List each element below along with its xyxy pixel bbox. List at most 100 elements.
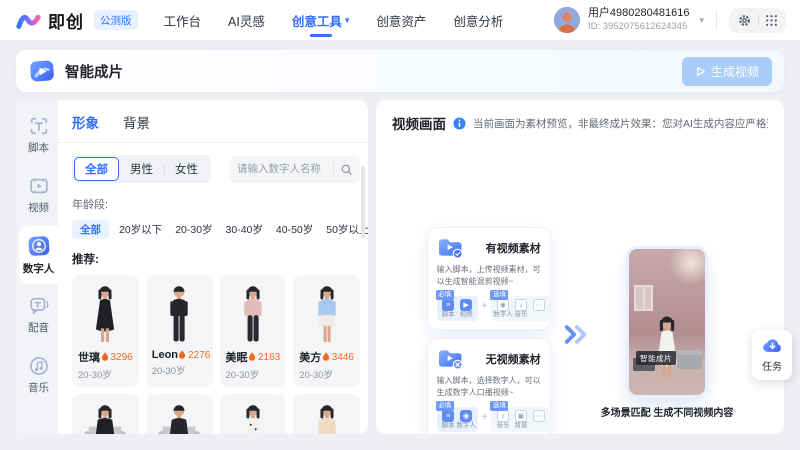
digital-human-photo [72, 275, 139, 345]
generate-video-button[interactable]: 生成视频 [682, 57, 772, 86]
page-header: 智能成片 生成视频 [16, 50, 784, 92]
flow-input-icon: ♪ [497, 410, 509, 422]
main-nav: 工作台 AI灵感 创意工具 ▾ 创意资产 创意分析 [164, 0, 504, 40]
presenter-figure [635, 311, 699, 381]
search-icon[interactable] [340, 163, 353, 176]
sidebar-item-icon [28, 295, 50, 317]
digital-human-card[interactable]: 世璃 3296 20-30岁 [72, 275, 139, 387]
digital-human-photo [146, 275, 213, 345]
library-tab[interactable]: 形象 [72, 112, 99, 132]
nav-item[interactable]: 工作台 [164, 0, 202, 40]
flow-input-item: ◉ 数字人 [495, 299, 510, 319]
flow-input-item: ≡ 脚本 [441, 410, 456, 430]
sidebar-item-label: 脚本 [28, 140, 49, 155]
digital-human-grid: 世璃 3296 20-30岁 Leon [72, 275, 360, 434]
optional-badge: 选填 [490, 401, 508, 411]
usage-count: 2163 [248, 352, 280, 363]
settings-gear-icon[interactable] [737, 13, 752, 28]
apps-grid-icon[interactable] [765, 14, 778, 27]
sidebar-item[interactable]: 视频 [19, 166, 58, 224]
digital-human-photo [293, 394, 360, 434]
nav-item-label: AI灵感 [228, 11, 265, 30]
flow-input-label: 音乐 [514, 312, 527, 319]
nav-item[interactable]: AI灵感 [228, 0, 265, 40]
required-group: 必填 ≡ 脚本 ◉ 数字人 [437, 407, 478, 432]
logo-text: 即创 [48, 8, 84, 33]
search-input[interactable] [237, 163, 331, 175]
digital-human-card[interactable]: 美眠 2163 20-30岁 [220, 275, 287, 387]
flow-input-label: 脚本 [442, 312, 455, 319]
digital-human-card[interactable]: 宁烟 2903 [293, 394, 360, 434]
flow-input-label: 视频 [460, 312, 473, 319]
required-badge: 必填 [436, 290, 454, 300]
required-badge: 必填 [436, 401, 454, 411]
search-box [230, 156, 360, 183]
sidebar-item[interactable]: 数字人 [19, 226, 58, 284]
gender-filter-option[interactable]: 女性 [164, 157, 209, 181]
nav-item-label: 创意分析 [453, 11, 503, 30]
sidebar-item-icon [27, 234, 51, 258]
human-library: 形象 背景 全部 男性 女性 [58, 100, 368, 434]
digital-human-photo [220, 275, 287, 345]
nav-item[interactable]: 创意分析 [453, 0, 503, 40]
how-it-works-diagram: 有视频素材 输入脚本，上传视频素材，可以生成智能混剪视频~ 必填 ≡ 脚本 [392, 227, 768, 434]
gender-filter-option[interactable]: 全部 [74, 157, 119, 181]
age-filter-option[interactable]: 全部 [72, 220, 109, 239]
human-age-range: 20-30岁 [72, 365, 139, 387]
avatar[interactable] [554, 7, 580, 33]
scrollbar-thumb[interactable] [361, 166, 365, 238]
hot-flame-icon [178, 350, 186, 360]
divider [716, 11, 717, 29]
generate-video-label: 生成视频 [711, 63, 759, 80]
sidebar-item[interactable]: 配音 [19, 286, 58, 344]
digital-human-card[interactable]: 世菲 7304 [72, 394, 139, 434]
user-menu[interactable]: 用户4980280481616 ID: 3952075612624345 [588, 7, 690, 33]
digital-human-photo [146, 394, 213, 434]
without-material-desc: 输入脚本，选择数字人，可以生成数字人口播视频~ [437, 375, 541, 398]
hot-flame-icon [101, 352, 109, 362]
sidebar-item-label: 数字人 [23, 261, 55, 276]
digital-human-card[interactable]: 才吉 2322 [146, 394, 213, 434]
task-button-label: 任务 [762, 358, 782, 373]
flow-input-item: ⋯ [531, 299, 546, 319]
digital-human-card[interactable]: Leon 2276 20-30岁 [146, 275, 213, 387]
age-filter-option[interactable]: 40-50岁 [273, 220, 316, 239]
nav-item[interactable]: 创意工具 ▾ [292, 0, 350, 40]
flow-input-label: 背景 [514, 423, 527, 430]
flow-input-label: 数字人 [493, 312, 513, 319]
hot-flame-icon [248, 352, 256, 362]
chevron-down-icon[interactable]: ▾ [699, 15, 704, 26]
without-material-title: 无视频素材 [486, 351, 541, 367]
with-material-desc: 输入脚本，上传视频素材，可以生成智能混剪视频~ [437, 264, 541, 287]
flow-input-item: ▶ 视频 [459, 299, 474, 319]
diagram-footnote: 多场景匹配 生成不同视频内容 [601, 404, 734, 419]
gender-filter-option[interactable]: 男性 [119, 157, 164, 181]
flow-input-label: 音乐 [496, 423, 509, 430]
video-preview-panel: 视频画面 当前画面为素材预览，非最终成片效果：您对AI生成内容应严格遵循国家相关… [376, 100, 784, 434]
optional-group: 选填 ♪ 音乐 ▣ 背景 [491, 407, 550, 432]
app-logo[interactable]: 即创 [14, 8, 84, 33]
nav-item[interactable]: 创意资产 [376, 0, 426, 40]
beta-badge: 公测版 [94, 10, 138, 30]
human-name: 世璃 [78, 349, 100, 365]
usage-count: 3296 [101, 352, 133, 363]
nav-item-label: 创意工具 [292, 11, 342, 30]
flow-input-icon: ⋯ [533, 410, 545, 422]
age-filter-option[interactable]: 20-30岁 [172, 220, 215, 239]
asset-rail: 脚本 视频 数字人 配音 音乐 [16, 100, 58, 434]
digital-human-card[interactable]: 美蔓 4475 [220, 394, 287, 434]
age-filter-option[interactable]: 30-40岁 [223, 220, 266, 239]
sidebar-item[interactable]: 音乐 [19, 346, 58, 404]
digital-human-card[interactable]: 美方 3446 20-30岁 [293, 275, 360, 387]
sidebar-item[interactable]: 脚本 [19, 106, 58, 164]
nav-item-label: 创意资产 [376, 11, 426, 30]
human-age-range: 20-30岁 [293, 365, 360, 387]
digital-human-photo [293, 275, 360, 345]
divider [758, 14, 759, 26]
age-filter-option[interactable]: 20岁以下 [116, 220, 165, 239]
task-button[interactable]: 任务 [752, 330, 792, 380]
plus-icon: + [482, 301, 488, 312]
cloud-download-icon [761, 336, 784, 356]
flow-input-item: ⋯ [531, 410, 546, 430]
library-tab[interactable]: 背景 [123, 112, 150, 132]
